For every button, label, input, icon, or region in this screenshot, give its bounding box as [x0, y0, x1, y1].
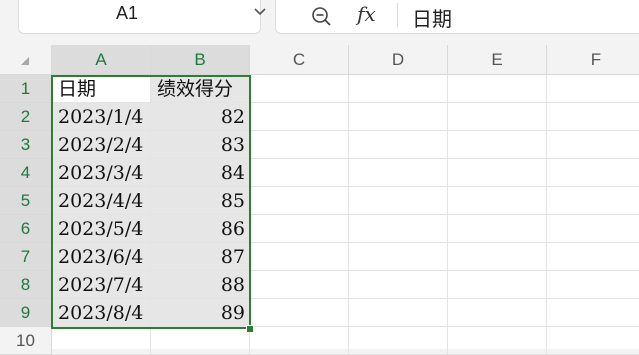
cell-a3[interactable]: 2023/2/4: [52, 131, 151, 159]
row-header-1[interactable]: 1: [0, 75, 52, 103]
formula-bar: A1 fx 日期: [0, 0, 639, 45]
cell-b4[interactable]: 84: [151, 159, 250, 187]
cell-b7[interactable]: 87: [151, 243, 250, 271]
cell-f5[interactable]: [547, 187, 639, 215]
column-header-c[interactable]: C: [250, 45, 349, 75]
cell-e1[interactable]: [448, 75, 547, 103]
cell-d1[interactable]: [349, 75, 448, 103]
cell-f10[interactable]: [547, 327, 639, 355]
formula-content[interactable]: 日期: [412, 3, 452, 32]
row-header-9[interactable]: 9: [0, 299, 52, 327]
cell-e7[interactable]: [448, 243, 547, 271]
row-header-4[interactable]: 4: [0, 159, 52, 187]
cell-d7[interactable]: [349, 243, 448, 271]
cell-a7[interactable]: 2023/6/4: [52, 243, 151, 271]
cell-a8[interactable]: 2023/7/4: [52, 271, 151, 299]
cell-d6[interactable]: [349, 215, 448, 243]
cell-c4[interactable]: [250, 159, 349, 187]
chevron-down-icon[interactable]: [253, 4, 267, 18]
column-header-a[interactable]: A: [52, 45, 151, 75]
zoom-out-icon[interactable]: [310, 5, 332, 27]
cell-b2[interactable]: 82: [151, 103, 250, 131]
name-box[interactable]: A1: [18, 0, 266, 34]
cell-b3[interactable]: 83: [151, 131, 250, 159]
cell-e3[interactable]: [448, 131, 547, 159]
cell-b8[interactable]: 88: [151, 271, 250, 299]
cell-c3[interactable]: [250, 131, 349, 159]
cell-a2[interactable]: 2023/1/4: [52, 103, 151, 131]
spreadsheet-grid: A B C D E F 1 日期 绩效得分 2 2023/1/4 82 3 2023/2/4 83 4 2023…: [0, 45, 639, 355]
cell-e10[interactable]: [448, 327, 547, 355]
cell-f1[interactable]: [547, 75, 639, 103]
cell-b5[interactable]: 85: [151, 187, 250, 215]
cell-c7[interactable]: [250, 243, 349, 271]
cell-b9[interactable]: 89: [151, 299, 250, 327]
select-all-triangle-icon: [21, 57, 29, 65]
cell-f2[interactable]: [547, 103, 639, 131]
cell-a9[interactable]: 2023/8/4: [52, 299, 151, 327]
cell-f3[interactable]: [547, 131, 639, 159]
cell-f7[interactable]: [547, 243, 639, 271]
fill-handle[interactable]: [246, 325, 254, 333]
cell-a1[interactable]: 日期: [52, 75, 151, 103]
cell-a4[interactable]: 2023/3/4: [52, 159, 151, 187]
cell-c6[interactable]: [250, 215, 349, 243]
row-header-7[interactable]: 7: [0, 243, 52, 271]
row-header-10[interactable]: 10: [0, 327, 52, 355]
cell-b6[interactable]: 86: [151, 215, 250, 243]
cell-d10[interactable]: [349, 327, 448, 355]
cell-c9[interactable]: [250, 299, 349, 327]
cell-e9[interactable]: [448, 299, 547, 327]
name-box-value: A1: [116, 3, 139, 23]
formula-separator: [397, 3, 398, 27]
column-header-e[interactable]: E: [448, 45, 547, 75]
row-header-6[interactable]: 6: [0, 215, 52, 243]
cell-e2[interactable]: [448, 103, 547, 131]
column-header-f[interactable]: F: [547, 45, 639, 75]
column-header-b[interactable]: B: [151, 45, 250, 75]
row-header-2[interactable]: 2: [0, 103, 52, 131]
cell-c2[interactable]: [250, 103, 349, 131]
cell-a10[interactable]: [52, 327, 151, 355]
cell-c1[interactable]: [250, 75, 349, 103]
cell-f4[interactable]: [547, 159, 639, 187]
cell-b10[interactable]: [151, 327, 250, 355]
cell-e5[interactable]: [448, 187, 547, 215]
fx-icon[interactable]: fx: [357, 2, 376, 26]
select-all-corner[interactable]: [0, 45, 52, 75]
cell-e6[interactable]: [448, 215, 547, 243]
cell-c10[interactable]: [250, 327, 349, 355]
cell-a5[interactable]: 2023/4/4: [52, 187, 151, 215]
cell-e8[interactable]: [448, 271, 547, 299]
cell-d5[interactable]: [349, 187, 448, 215]
cell-c8[interactable]: [250, 271, 349, 299]
cell-d2[interactable]: [349, 103, 448, 131]
column-header-d[interactable]: D: [349, 45, 448, 75]
row-header-5[interactable]: 5: [0, 187, 52, 215]
cell-a6[interactable]: 2023/5/4: [52, 215, 151, 243]
cell-d8[interactable]: [349, 271, 448, 299]
cell-e4[interactable]: [448, 159, 547, 187]
row-header-8[interactable]: 8: [0, 271, 52, 299]
cell-f9[interactable]: [547, 299, 639, 327]
cell-d9[interactable]: [349, 299, 448, 327]
cell-c5[interactable]: [250, 187, 349, 215]
cell-d3[interactable]: [349, 131, 448, 159]
cell-b1[interactable]: 绩效得分: [151, 75, 250, 103]
cell-f8[interactable]: [547, 271, 639, 299]
cell-f6[interactable]: [547, 215, 639, 243]
cell-d4[interactable]: [349, 159, 448, 187]
row-header-3[interactable]: 3: [0, 131, 52, 159]
